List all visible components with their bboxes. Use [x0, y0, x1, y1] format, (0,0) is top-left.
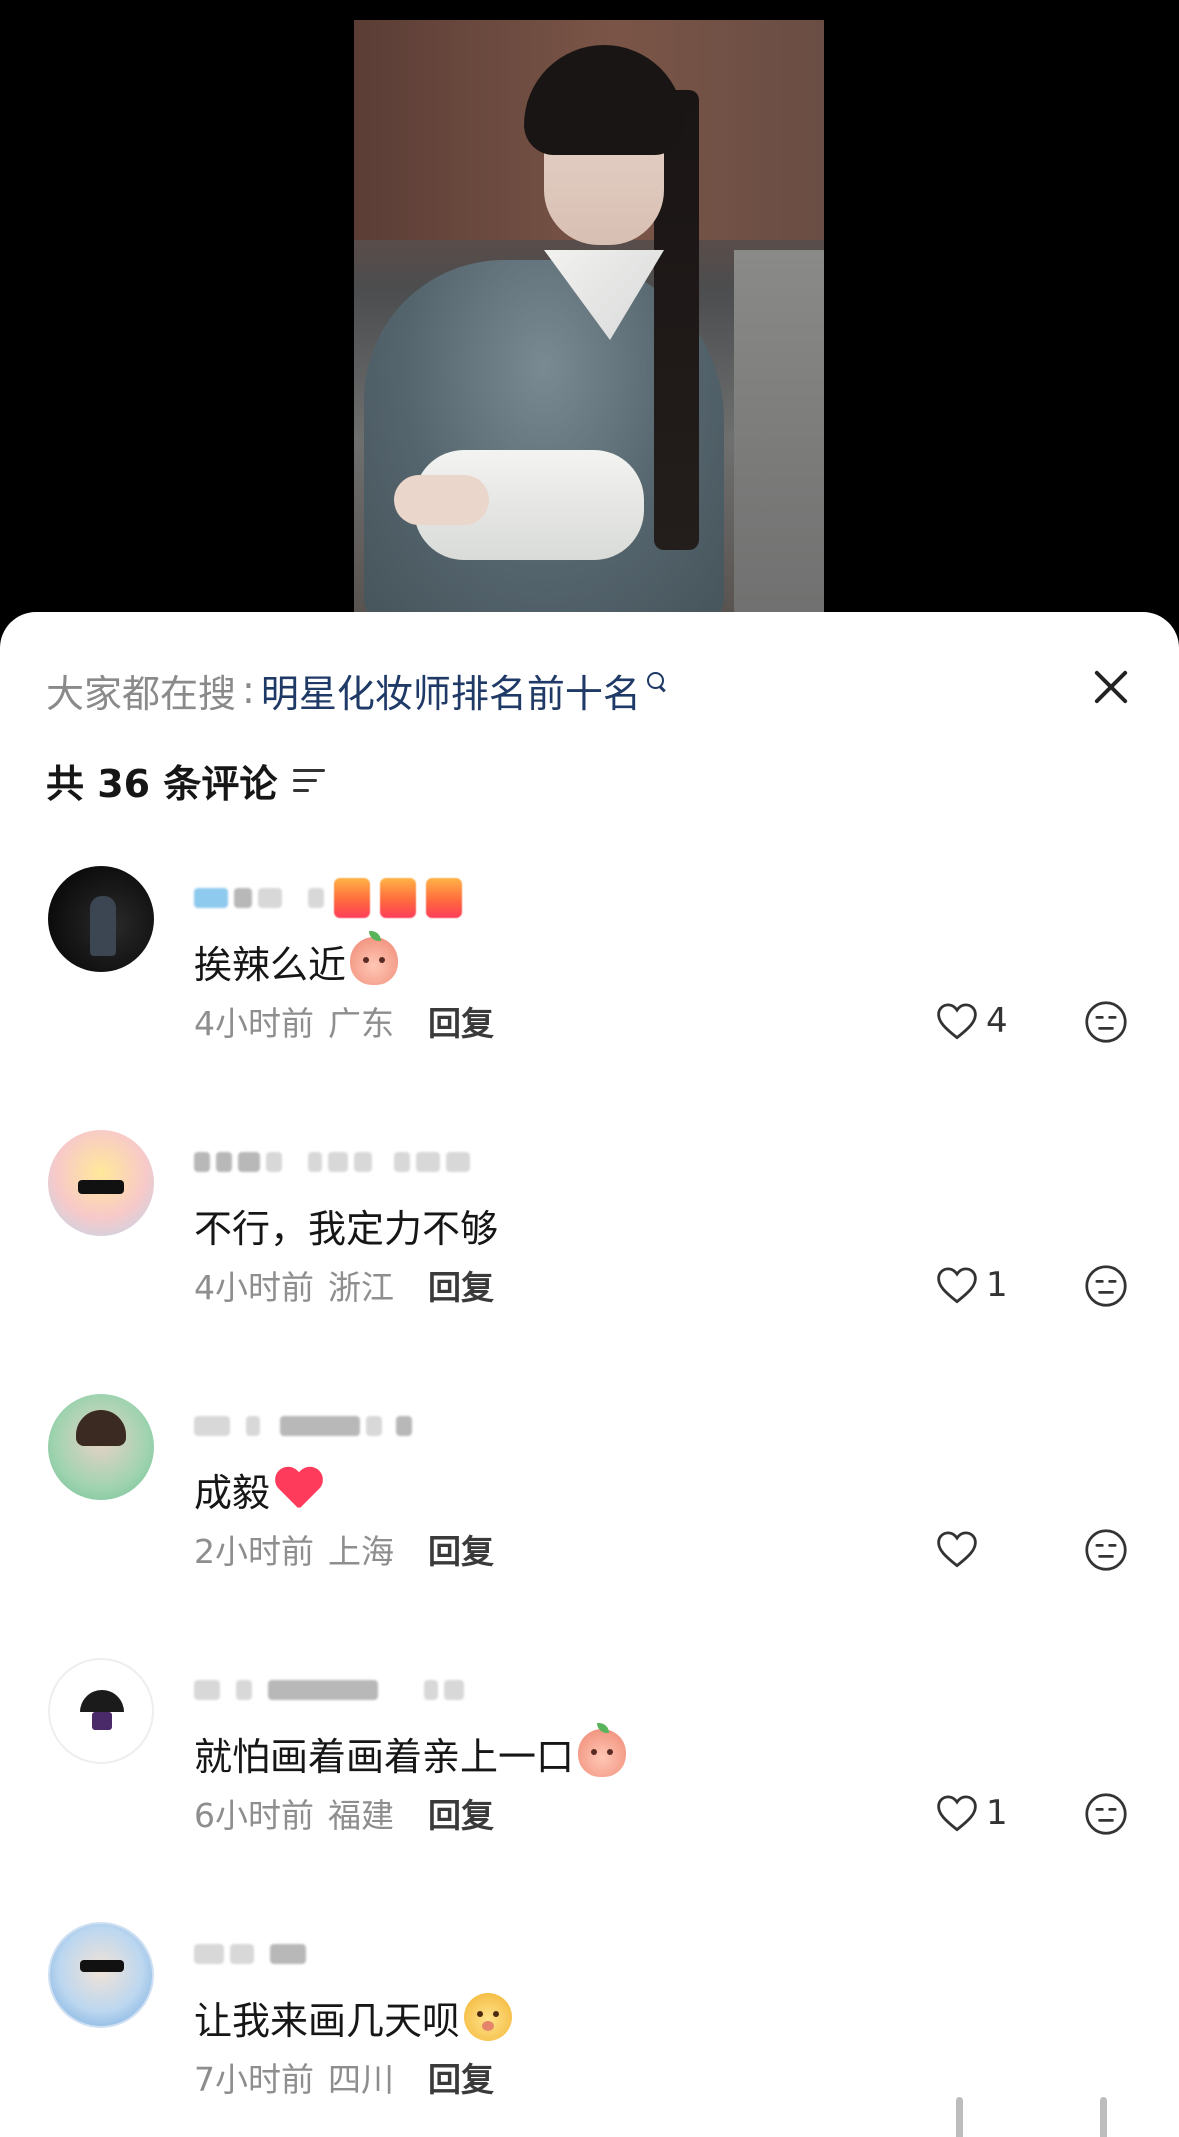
- like-button[interactable]: 1: [936, 1788, 1008, 1838]
- comment-location: 上海: [328, 1532, 394, 1571]
- comment-text: 不行，我定力不够: [194, 1206, 499, 1251]
- comment-count-row: 共 36 条评论: [46, 750, 327, 810]
- comment-meta: 7小时前 四川 回复: [194, 2052, 494, 2102]
- comment-count: 共 36 条评论: [46, 761, 278, 806]
- comment-time: 4小时前: [194, 1268, 314, 1307]
- username-blurred[interactable]: [194, 1932, 306, 1976]
- comment-item: 挨辣么近 4小时前 广东 回复 4: [0, 866, 1179, 1106]
- peach-wink-emoji-icon: [350, 931, 399, 985]
- comment-text: 挨辣么近: [194, 942, 347, 987]
- comment-time: 6小时前: [194, 1796, 314, 1835]
- comment-item: 成毅 2小时前 上海 回复: [0, 1394, 1179, 1634]
- trending-search-bar[interactable]: 大家都在搜 : 明星化妆师排名前十名: [46, 660, 667, 720]
- dislike-face-icon[interactable]: [1084, 1264, 1128, 1308]
- comment-item: 就怕画着画着亲上一口 6小时前 福建 回复 1: [0, 1658, 1179, 1898]
- comment-text-row: 让我来画几天呗: [194, 1987, 513, 2047]
- heart-outline-icon: [937, 1795, 977, 1832]
- reply-button[interactable]: 回复: [428, 1261, 494, 1309]
- close-button[interactable]: [1086, 662, 1136, 712]
- video-player[interactable]: [354, 20, 824, 620]
- comment-time: 2小时前: [194, 1532, 314, 1571]
- avatar[interactable]: [48, 1922, 154, 2028]
- comment-item: 不行，我定力不够 4小时前 浙江 回复 1: [0, 1130, 1179, 1370]
- username-blurred[interactable]: [194, 1404, 412, 1448]
- like-count: 4: [986, 1001, 1008, 1041]
- comment-location: 浙江: [328, 1268, 394, 1307]
- trending-search-label: 大家都在搜: [46, 671, 237, 716]
- dislike-face-icon[interactable]: [1084, 1528, 1128, 1572]
- username-blurred[interactable]: [194, 1140, 470, 1184]
- comment-time: 7小时前: [194, 2060, 314, 2099]
- yellow-dog-emoji-icon: [464, 1993, 513, 2041]
- red-heart-emoji-icon: [274, 1466, 324, 1512]
- comment-text-row: 不行，我定力不够: [194, 1195, 498, 1255]
- comment-location: 四川: [328, 2060, 394, 2099]
- like-button[interactable]: 1: [936, 1260, 1008, 1310]
- comment-meta: 6小时前 福建 回复: [194, 1788, 494, 1838]
- comment-item: 让我来画几天呗 7小时前 四川 回复: [0, 1922, 1179, 2137]
- comment-text: 成毅: [194, 1470, 271, 1515]
- comment-meta: 4小时前 浙江 回复: [194, 1260, 494, 1310]
- heart-outline-icon: [937, 1531, 977, 1568]
- comment-sheet: 大家都在搜 : 明星化妆师排名前十名 共 36 条评论 挨辣么近 4小时前 广东…: [0, 612, 1179, 2137]
- username-blurred[interactable]: [194, 876, 462, 920]
- like-button[interactable]: [936, 1524, 1008, 1574]
- peach-face-emoji-icon: [578, 1723, 627, 1777]
- fan-badge-icon: [380, 878, 416, 918]
- comment-location: 福建: [328, 1796, 394, 1835]
- like-count: 1: [986, 1793, 1008, 1833]
- reply-button[interactable]: 回复: [428, 997, 494, 1045]
- reply-button[interactable]: 回复: [428, 2053, 494, 2101]
- sort-icon[interactable]: [293, 767, 327, 793]
- heart-outline-icon: [937, 1003, 977, 1040]
- comment-meta: 2小时前 上海 回复: [194, 1524, 494, 1574]
- fan-badge-icon: [334, 878, 370, 918]
- comment-text-row: 成毅: [194, 1459, 324, 1519]
- trending-search-term[interactable]: 明星化妆师排名前十名: [261, 663, 641, 718]
- reply-button[interactable]: 回复: [428, 1789, 494, 1837]
- comment-time: 4小时前: [194, 1004, 314, 1043]
- fan-badge-icon: [426, 878, 462, 918]
- avatar[interactable]: [48, 866, 154, 972]
- like-button[interactable]: 4: [936, 996, 1008, 1046]
- comment-meta: 4小时前 广东 回复: [194, 996, 494, 1046]
- dislike-face-icon[interactable]: [1084, 1000, 1128, 1044]
- comment-text: 就怕画着画着亲上一口: [194, 1734, 575, 1779]
- trending-search-colon: :: [242, 668, 255, 712]
- comment-location: 广东: [328, 1004, 394, 1043]
- reply-button[interactable]: 回复: [428, 1525, 494, 1573]
- avatar[interactable]: [48, 1394, 154, 1500]
- avatar[interactable]: [48, 1658, 154, 1764]
- scroll-indicator: [1100, 2097, 1107, 2137]
- scroll-indicator: [956, 2097, 963, 2137]
- dislike-face-icon[interactable]: [1084, 1792, 1128, 1836]
- comment-text: 让我来画几天呗: [194, 1998, 461, 2043]
- username-blurred[interactable]: [194, 1668, 464, 1712]
- heart-outline-icon: [937, 1267, 977, 1304]
- search-icon: [646, 672, 667, 692]
- screen: 大家都在搜 : 明星化妆师排名前十名 共 36 条评论 挨辣么近 4小时前 广东…: [0, 0, 1179, 2137]
- comment-text-row: 就怕画着画着亲上一口: [194, 1723, 627, 1783]
- comment-text-row: 挨辣么近: [194, 931, 399, 991]
- video-figure-hand: [394, 475, 489, 525]
- like-count: 1: [986, 1265, 1008, 1305]
- avatar[interactable]: [48, 1130, 154, 1236]
- video-background-prop: [734, 250, 824, 620]
